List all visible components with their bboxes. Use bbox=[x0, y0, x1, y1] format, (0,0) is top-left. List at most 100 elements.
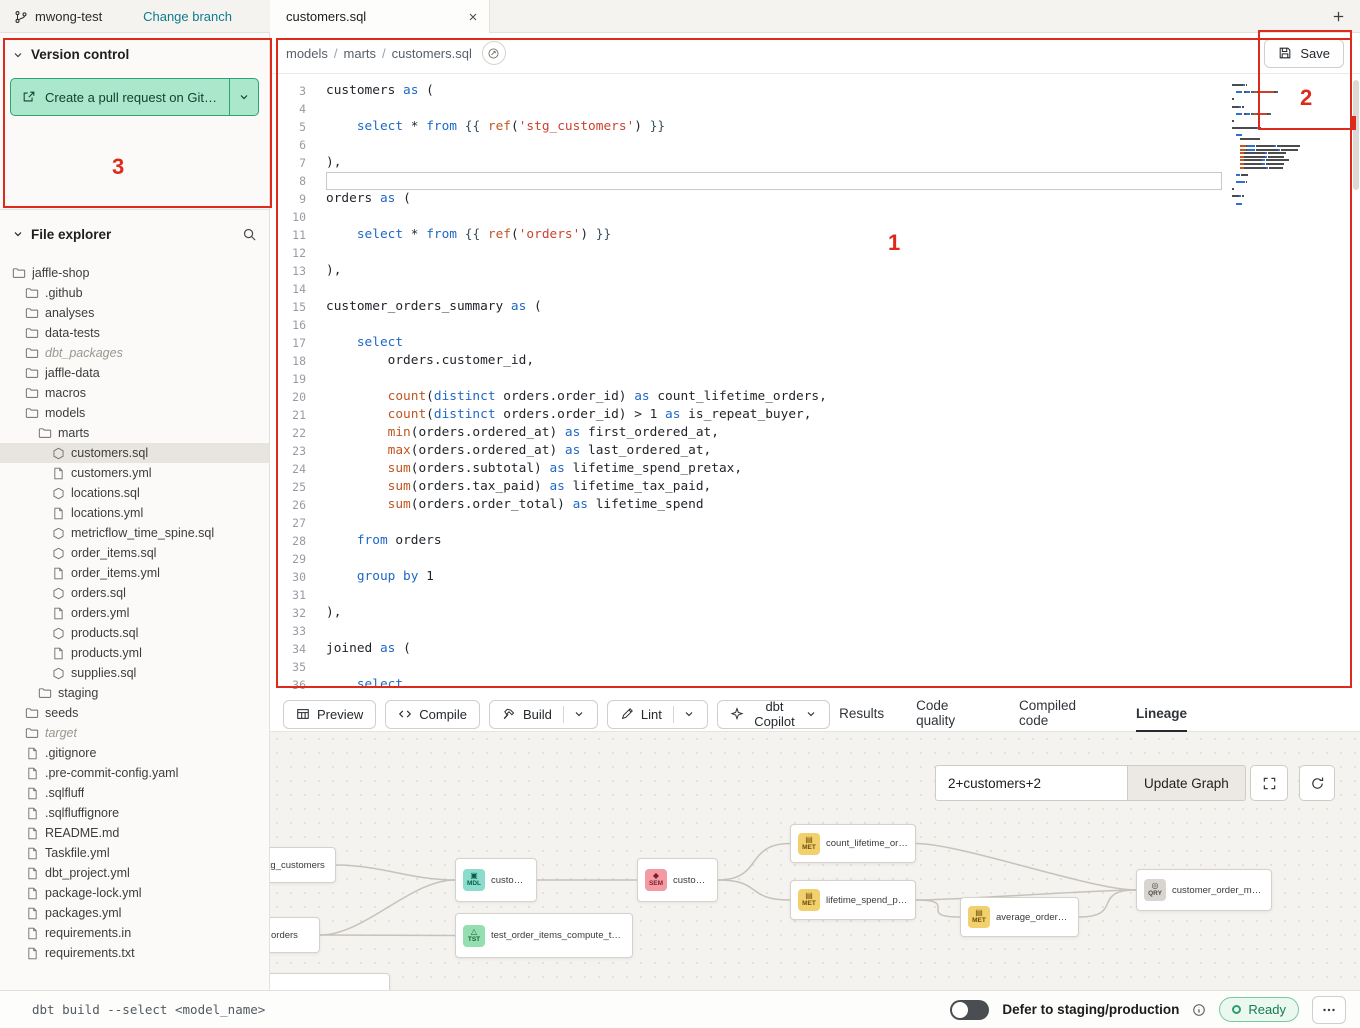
info-icon[interactable] bbox=[1192, 1003, 1206, 1017]
dbt-copilot-button[interactable]: dbt Copilot bbox=[717, 700, 830, 729]
version-control-header[interactable]: Version control bbox=[10, 45, 259, 64]
tree-item-jaffle-shop[interactable]: jaffle-shop bbox=[0, 263, 269, 283]
tree-item-locations.yml[interactable]: locations.yml bbox=[0, 503, 269, 523]
search-icon[interactable] bbox=[242, 227, 257, 242]
tree-item-metricflow_time_spine.sql[interactable]: metricflow_time_spine.sql bbox=[0, 523, 269, 543]
tree-item-jaffle-data[interactable]: jaffle-data bbox=[0, 363, 269, 383]
lineage-node-customer_order_metrics[interactable]: ◎QRYcustomer_order_metrics bbox=[1136, 869, 1272, 911]
tree-item-analyses[interactable]: analyses bbox=[0, 303, 269, 323]
lineage-node-lifetime_spend_pretax[interactable]: ▤MET lifetime_spend_pretax bbox=[790, 880, 916, 920]
build-command[interactable]: dbt build --select <model_name> bbox=[32, 1002, 265, 1017]
lineage-node-average_order_value[interactable]: ▤METaverage_order_value bbox=[960, 897, 1079, 937]
node-label: lifetime_spend_pretax bbox=[826, 895, 908, 906]
lineage-selector-input[interactable]: 2+customers+2 bbox=[935, 765, 1128, 801]
chevron-down-icon bbox=[683, 708, 695, 720]
tree-item-orders.sql[interactable]: orders.sql bbox=[0, 583, 269, 603]
lineage-node-customers[interactable]: ▣MDLcustomers bbox=[455, 858, 537, 902]
tree-item-dbt_project.yml[interactable]: dbt_project.yml bbox=[0, 863, 269, 883]
tree-item-.sqlfluffignore[interactable]: .sqlfluffignore bbox=[0, 803, 269, 823]
file-icon bbox=[25, 807, 39, 820]
compile-button[interactable]: Compile bbox=[385, 700, 480, 729]
node-label: stg_customers bbox=[270, 860, 325, 871]
code-editor[interactable]: 3456789101112131415161718192021222324252… bbox=[270, 74, 1360, 697]
tree-item-marts[interactable]: marts bbox=[0, 423, 269, 443]
table-icon bbox=[296, 707, 310, 721]
editor-tab-customers-sql[interactable]: customers.sql bbox=[270, 0, 490, 33]
model-icon bbox=[51, 587, 65, 600]
defer-toggle[interactable] bbox=[950, 1000, 989, 1020]
lineage-node-orders[interactable]: orders bbox=[270, 917, 320, 953]
tree-item-dbt_packages[interactable]: dbt_packages bbox=[0, 343, 269, 363]
model-icon bbox=[51, 447, 65, 460]
tree-item-products.yml[interactable]: products.yml bbox=[0, 643, 269, 663]
tree-item-.sqlfluff[interactable]: .sqlfluff bbox=[0, 783, 269, 803]
tab-lineage[interactable]: Lineage bbox=[1136, 697, 1187, 732]
tree-item-data-tests[interactable]: data-tests bbox=[0, 323, 269, 343]
tree-item-Taskfile.yml[interactable]: Taskfile.yml bbox=[0, 843, 269, 863]
met-badge-icon: ▤MET bbox=[798, 889, 820, 911]
tree-item-models[interactable]: models bbox=[0, 403, 269, 423]
code-line: customer_orders_summary as ( bbox=[326, 298, 1230, 316]
docs-icon[interactable] bbox=[482, 41, 506, 65]
lineage-panel[interactable]: stg_customersorders ▣MDLcustomers △TSTtest… bbox=[270, 732, 1360, 990]
tree-item-order_items.yml[interactable]: order_items.yml bbox=[0, 563, 269, 583]
tree-item-orders.yml[interactable]: orders.yml bbox=[0, 603, 269, 623]
tree-item-target[interactable]: target bbox=[0, 723, 269, 743]
save-button[interactable]: Save bbox=[1264, 39, 1344, 68]
refresh-button[interactable] bbox=[1299, 765, 1335, 801]
tree-item-requirements.in[interactable]: requirements.in bbox=[0, 923, 269, 943]
tree-item-README.md[interactable]: README.md bbox=[0, 823, 269, 843]
preview-button[interactable]: Preview bbox=[283, 700, 376, 729]
tst-badge-icon: △TST bbox=[463, 925, 485, 947]
breadcrumb-models[interactable]: models bbox=[286, 46, 328, 61]
tree-item-customers.yml[interactable]: customers.yml bbox=[0, 463, 269, 483]
file-icon bbox=[51, 647, 65, 660]
tree-item-customers.sql[interactable]: customers.sql bbox=[0, 443, 269, 463]
fullscreen-button[interactable] bbox=[1250, 765, 1288, 801]
tree-item-.github[interactable]: .github bbox=[0, 283, 269, 303]
create-pull-request-main[interactable]: Create a pull request on Git… bbox=[11, 79, 229, 115]
tree-item-requirements.txt[interactable]: requirements.txt bbox=[0, 943, 269, 963]
breadcrumb-file[interactable]: customers.sql bbox=[392, 46, 472, 61]
code-line bbox=[326, 280, 1230, 298]
new-tab-button[interactable] bbox=[1331, 9, 1346, 24]
lint-button[interactable]: Lint bbox=[607, 700, 708, 729]
lineage-node-customers[interactable]: ◆SEMcustomers bbox=[637, 858, 718, 902]
lineage-node-stg_customers[interactable]: stg_customers bbox=[270, 847, 336, 883]
file-explorer-header[interactable]: File explorer bbox=[10, 218, 259, 250]
tree-item-label: orders.yml bbox=[71, 606, 129, 620]
tree-item-order_items.sql[interactable]: order_items.sql bbox=[0, 543, 269, 563]
update-graph-button[interactable]: Update Graph bbox=[1128, 765, 1246, 801]
save-label: Save bbox=[1300, 46, 1330, 61]
close-tab-icon[interactable] bbox=[467, 11, 479, 23]
lineage-node-test_order_items_compute_to_bools[interactable]: △TSTtest_order_items_compute_to_bools… bbox=[455, 913, 633, 958]
tree-item-package-lock.yml[interactable]: package-lock.yml bbox=[0, 883, 269, 903]
ready-status-badge[interactable]: Ready bbox=[1219, 997, 1299, 1022]
folder-icon bbox=[38, 426, 52, 440]
editor-minimap[interactable] bbox=[1232, 84, 1324, 206]
tree-item-packages.yml[interactable]: packages.yml bbox=[0, 903, 269, 923]
tab-compiled-code[interactable]: Compiled code bbox=[1019, 697, 1104, 732]
change-branch-link[interactable]: Change branch bbox=[143, 9, 256, 24]
tree-item-supplies.sql[interactable]: supplies.sql bbox=[0, 663, 269, 683]
breadcrumb-row: models / marts / customers.sql Save bbox=[270, 33, 1360, 74]
tree-item-seeds[interactable]: seeds bbox=[0, 703, 269, 723]
met-badge-icon: ▤MET bbox=[968, 906, 990, 928]
more-options-button[interactable] bbox=[1312, 996, 1346, 1024]
tree-item-.gitignore[interactable]: .gitignore bbox=[0, 743, 269, 763]
tree-item-products.sql[interactable]: products.sql bbox=[0, 623, 269, 643]
breadcrumb-marts[interactable]: marts bbox=[344, 46, 377, 61]
lineage-node-count_lifetime_orders[interactable]: ▤METcount_lifetime_orders bbox=[790, 824, 916, 863]
tree-item-.pre-commit-config.yaml[interactable]: .pre-commit-config.yaml bbox=[0, 763, 269, 783]
create-pull-request-button[interactable]: Create a pull request on Git… bbox=[10, 78, 259, 116]
tab-results[interactable]: Results bbox=[839, 697, 884, 732]
tree-item-macros[interactable]: macros bbox=[0, 383, 269, 403]
tree-item-staging[interactable]: staging bbox=[0, 683, 269, 703]
editor-scrollbar[interactable] bbox=[1353, 80, 1359, 190]
pull-request-dropdown[interactable] bbox=[229, 79, 258, 115]
tree-item-locations.sql[interactable]: locations.sql bbox=[0, 483, 269, 503]
tab-code-quality[interactable]: Code quality bbox=[916, 697, 987, 732]
lineage-node-partial[interactable] bbox=[270, 973, 390, 990]
branch-selector[interactable]: mwong-test Change branch bbox=[0, 0, 270, 33]
build-button[interactable]: Build bbox=[489, 700, 598, 729]
